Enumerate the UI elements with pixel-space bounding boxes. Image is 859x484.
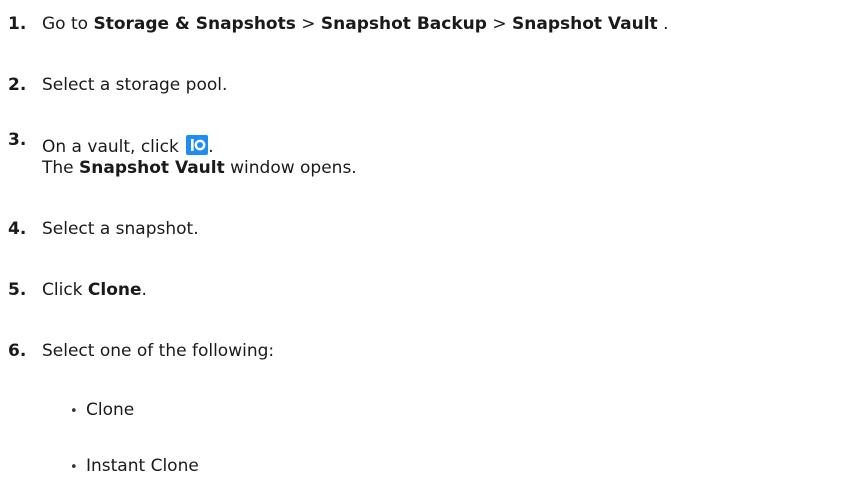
step-end: .	[208, 137, 214, 157]
step-end: .	[141, 280, 147, 300]
step-text: Select a snapshot.	[42, 219, 199, 239]
step-text: On a vault, click .	[42, 135, 214, 158]
step-text-plain: On a vault, click	[42, 137, 185, 157]
step-end: .	[657, 14, 669, 34]
separator: >	[295, 14, 321, 34]
step-text: Click Clone.	[42, 279, 147, 301]
step-text: Go to Storage & Snapshots > Snapshot Bac…	[42, 13, 669, 35]
menu-snapshot-backup: Snapshot Backup	[320, 14, 487, 34]
bullet-icon: •	[70, 404, 78, 419]
step-number: 2.	[8, 75, 27, 95]
menu-snapshot-vault: Snapshot Vault	[512, 14, 658, 34]
step-text-plain: window opens.	[224, 158, 357, 178]
step-number: 6.	[8, 341, 27, 361]
step-number: 5.	[8, 280, 27, 300]
window-snapshot-vault: Snapshot Vault	[79, 158, 225, 178]
button-clone: Clone	[87, 280, 142, 300]
bullet-icon: •	[70, 460, 78, 475]
step-number: 1.	[8, 14, 27, 34]
step-number: 3.	[8, 130, 27, 150]
step-text: Select one of the following:	[42, 341, 275, 361]
list-item: • Clone	[70, 399, 134, 423]
option-label: Clone	[86, 400, 135, 420]
list-item: • Instant Clone	[70, 455, 199, 479]
step-result: The Snapshot Vault window opens.	[42, 157, 357, 179]
step-text-plain: The	[42, 158, 80, 178]
option-label: Instant Clone	[86, 456, 199, 476]
snapshot-vault-icon	[186, 135, 209, 155]
step-text-plain: Go to	[42, 14, 94, 34]
separator: >	[486, 14, 512, 34]
menu-storage-snapshots: Storage & Snapshots	[93, 14, 296, 34]
step-number: 4.	[8, 219, 27, 239]
step-text-plain: Click	[42, 280, 88, 300]
step-text: Select a storage pool.	[42, 75, 228, 95]
